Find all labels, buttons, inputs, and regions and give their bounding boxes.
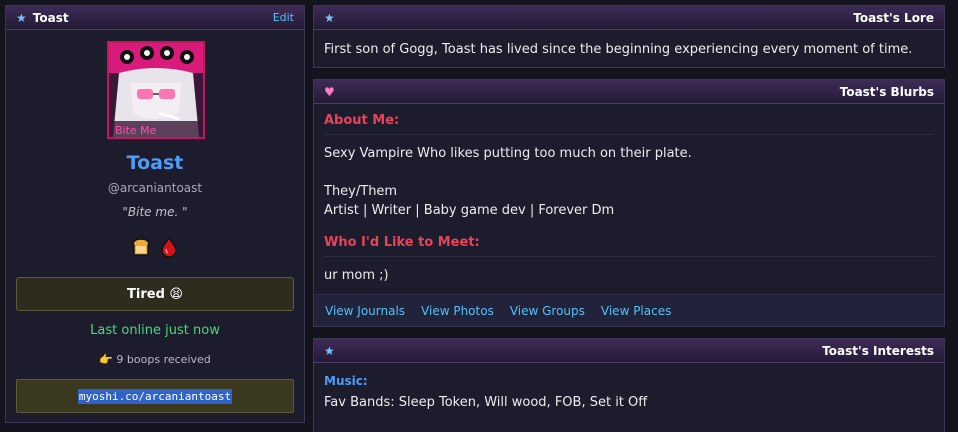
about-me-line: Sexy Vampire Who likes putting too much … [324, 146, 692, 161]
avatar-image: Bite Me [109, 43, 203, 137]
pronouns-line: They/Them [324, 184, 398, 199]
mood-text: Tired 😫 [127, 286, 183, 302]
lore-text: First son of Gogg, Toast has lived since… [324, 42, 913, 57]
roles-line: Artist | Writer | Baby game dev | Foreve… [324, 203, 615, 218]
tagline: "Bite me. " [122, 205, 188, 219]
blurbs-panel: ♥ Toast's Blurbs About Me: Sexy Vampire … [313, 79, 945, 327]
mood-status: Tired 😫 [16, 277, 294, 311]
divider [324, 134, 934, 135]
star-icon: ★ [324, 343, 335, 358]
music-text: Fav Bands: Sleep Token, Will wood, FOB, … [324, 395, 648, 410]
blurbs-panel-header: ♥ Toast's Blurbs [314, 80, 944, 104]
avatar[interactable]: Bite Me [107, 41, 205, 139]
boops-received[interactable]: 👉 9 boops received [6, 353, 304, 366]
view-places-link[interactable]: View Places [601, 304, 671, 318]
profile-panel-header: ★ Toast Edit [6, 6, 304, 30]
avatar-caption: Bite Me [115, 124, 157, 137]
lore-panel: ★ Toast's Lore First son of Gogg, Toast … [313, 5, 945, 68]
blood-drop-icon[interactable] [158, 236, 180, 258]
view-photos-link[interactable]: View Photos [421, 304, 494, 318]
who-to-meet-text: ur mom ;) [324, 268, 389, 283]
profile-header-title: Toast [32, 10, 69, 25]
interests-title: Toast's Interests [822, 343, 934, 358]
lore-title: Toast's Lore [853, 10, 934, 25]
who-to-meet-heading: Who I'd Like to Meet: [324, 235, 480, 250]
view-groups-link[interactable]: View Groups [510, 304, 585, 318]
view-journals-link[interactable]: View Journals [325, 304, 405, 318]
edit-link[interactable]: Edit [273, 11, 294, 24]
divider [324, 256, 934, 257]
bread-icon[interactable] [130, 236, 152, 258]
display-name: Toast [126, 152, 184, 174]
star-icon: ★ [16, 10, 27, 25]
profile-panel: ★ Toast Edit Bite Me Toast @arcaniantoas… [5, 5, 305, 423]
interests-panel-header: ★ Toast's Interests [314, 339, 944, 363]
last-online-status: Last online just now [90, 323, 220, 338]
lore-panel-header: ★ Toast's Lore [314, 6, 944, 30]
about-me-heading: About Me: [324, 113, 400, 128]
profile-url-box[interactable]: myoshi.co/arcaniantoast [16, 379, 294, 413]
interests-panel: ★ Toast's Interests Music: Fav Bands: Sl… [313, 338, 945, 432]
star-icon: ★ [324, 10, 335, 25]
heart-icon: ♥ [324, 84, 335, 99]
profile-url[interactable]: myoshi.co/arcaniantoast [77, 388, 233, 404]
username-handle: @arcaniantoast [107, 181, 203, 195]
profile-links-bar: View Journals View Photos View Groups Vi… [314, 294, 944, 326]
blurbs-title: Toast's Blurbs [839, 84, 934, 99]
badge-list [6, 236, 304, 258]
music-heading: Music: [324, 374, 368, 388]
